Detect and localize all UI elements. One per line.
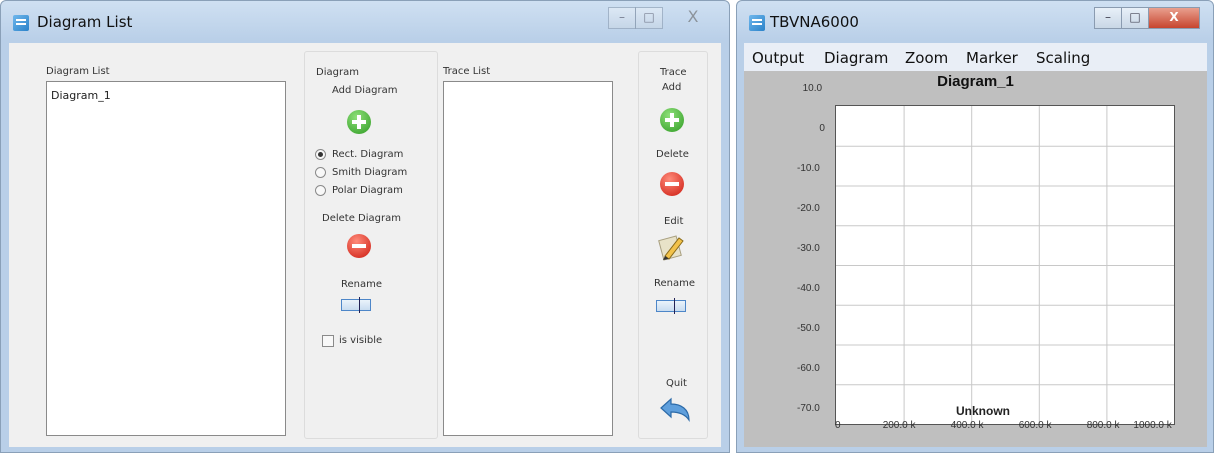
trace-list-section: Trace List: [441, 51, 629, 439]
tbvna-titlebar[interactable]: TBVNA6000 – □ X: [737, 1, 1213, 43]
x-tick-label: 600.0 k: [1018, 420, 1052, 431]
is-visible-checkbox[interactable]: [322, 335, 334, 347]
diagram-listbox[interactable]: Diagram_1: [46, 81, 286, 436]
menu-output[interactable]: Output: [752, 49, 804, 67]
quit-label: Quit: [666, 378, 687, 389]
delete-diagram-button[interactable]: [347, 234, 371, 258]
trace-list-label: Trace List: [443, 66, 491, 77]
delete-trace-label: Delete: [656, 149, 689, 160]
y-tick-label: -50.0: [797, 323, 820, 334]
edit-trace-label: Edit: [664, 216, 684, 227]
add-diagram-button[interactable]: [347, 110, 371, 134]
y-tick-label: -30.0: [797, 243, 820, 254]
add-diagram-label: Add Diagram: [332, 85, 398, 96]
diagram-panel-label: Diagram: [316, 67, 359, 78]
undo-arrow-icon[interactable]: [657, 396, 693, 428]
diagram-list-titlebar[interactable]: Diagram List – □ X: [1, 1, 729, 43]
tbvna-window: TBVNA6000 – □ X Output Diagram Zoom Mark…: [736, 0, 1214, 453]
menu-scaling[interactable]: Scaling: [1036, 49, 1090, 67]
radio-button-selected[interactable]: [315, 149, 326, 160]
delete-diagram-label: Delete Diagram: [322, 213, 401, 224]
x-tick-label: 400.0 k: [950, 420, 984, 431]
rename-diagram-label: Rename: [341, 279, 383, 290]
is-visible-label: is visible: [339, 335, 383, 346]
menu-bar: Output Diagram Zoom Marker Scaling: [744, 43, 1207, 71]
window-title: TBVNA6000: [770, 13, 859, 31]
y-tick-label: -20.0: [797, 203, 820, 214]
y-tick-label: 0: [819, 123, 825, 134]
radio-label: Polar Diagram: [332, 185, 403, 196]
trace-controls-panel: Trace Add Delete Edit Rename Quit: [638, 51, 708, 439]
radio-button[interactable]: [315, 185, 326, 196]
radio-label: Rect. Diagram: [332, 149, 404, 160]
y-tick-label: 10.0: [802, 83, 823, 94]
close-button[interactable]: X: [662, 7, 724, 29]
list-item[interactable]: Diagram_1: [47, 82, 285, 102]
maximize-button[interactable]: □: [635, 7, 663, 29]
x-tick-label: 0: [835, 420, 841, 431]
minimize-button[interactable]: –: [1094, 7, 1122, 29]
window-title: Diagram List: [37, 13, 133, 31]
grid-lines: [836, 106, 1174, 424]
diagram-list-section: Diagram List Diagram_1: [35, 51, 297, 439]
x-tick-label: 1000.0 k: [1133, 420, 1172, 431]
minimize-button[interactable]: –: [608, 7, 636, 29]
x-tick-label: 800.0 k: [1086, 420, 1120, 431]
y-tick-label: -70.0: [797, 403, 820, 414]
diagram-list-window: Diagram List – □ X Diagram List Diagram_…: [0, 0, 730, 453]
pencil-icon[interactable]: [657, 232, 687, 262]
x-axis-label: Unknown: [956, 404, 1010, 418]
menu-zoom[interactable]: Zoom: [905, 49, 948, 67]
y-tick-label: -60.0: [797, 363, 820, 374]
app-icon: [13, 15, 29, 31]
close-button[interactable]: X: [1148, 7, 1200, 29]
plot-area[interactable]: [835, 105, 1175, 425]
radio-button[interactable]: [315, 167, 326, 178]
diagram-list-client: Diagram List Diagram_1 Diagram Add Diagr…: [9, 43, 721, 447]
delete-trace-button[interactable]: [660, 172, 684, 196]
trace-listbox[interactable]: [443, 81, 613, 436]
menu-diagram[interactable]: Diagram: [824, 49, 888, 67]
trace-panel-label: Trace: [660, 67, 687, 78]
add-trace-button[interactable]: [660, 108, 684, 132]
y-tick-label: -10.0: [797, 163, 820, 174]
x-tick-label: 200.0 k: [882, 420, 916, 431]
menu-marker[interactable]: Marker: [966, 49, 1018, 67]
tbvna-client: Output Diagram Zoom Marker Scaling Diagr…: [744, 43, 1207, 447]
diagram-controls-panel: Diagram Add Diagram Rect. Diagram Smith …: [304, 51, 438, 439]
rename-trace-button[interactable]: [656, 298, 686, 314]
y-tick-label: -40.0: [797, 283, 820, 294]
rename-trace-label: Rename: [654, 278, 696, 289]
radio-label: Smith Diagram: [332, 167, 408, 178]
maximize-button[interactable]: □: [1121, 7, 1149, 29]
rename-diagram-button[interactable]: [341, 297, 371, 313]
add-trace-label: Add: [662, 82, 682, 93]
diagram-list-label: Diagram List: [46, 66, 110, 77]
app-icon: [749, 15, 765, 31]
